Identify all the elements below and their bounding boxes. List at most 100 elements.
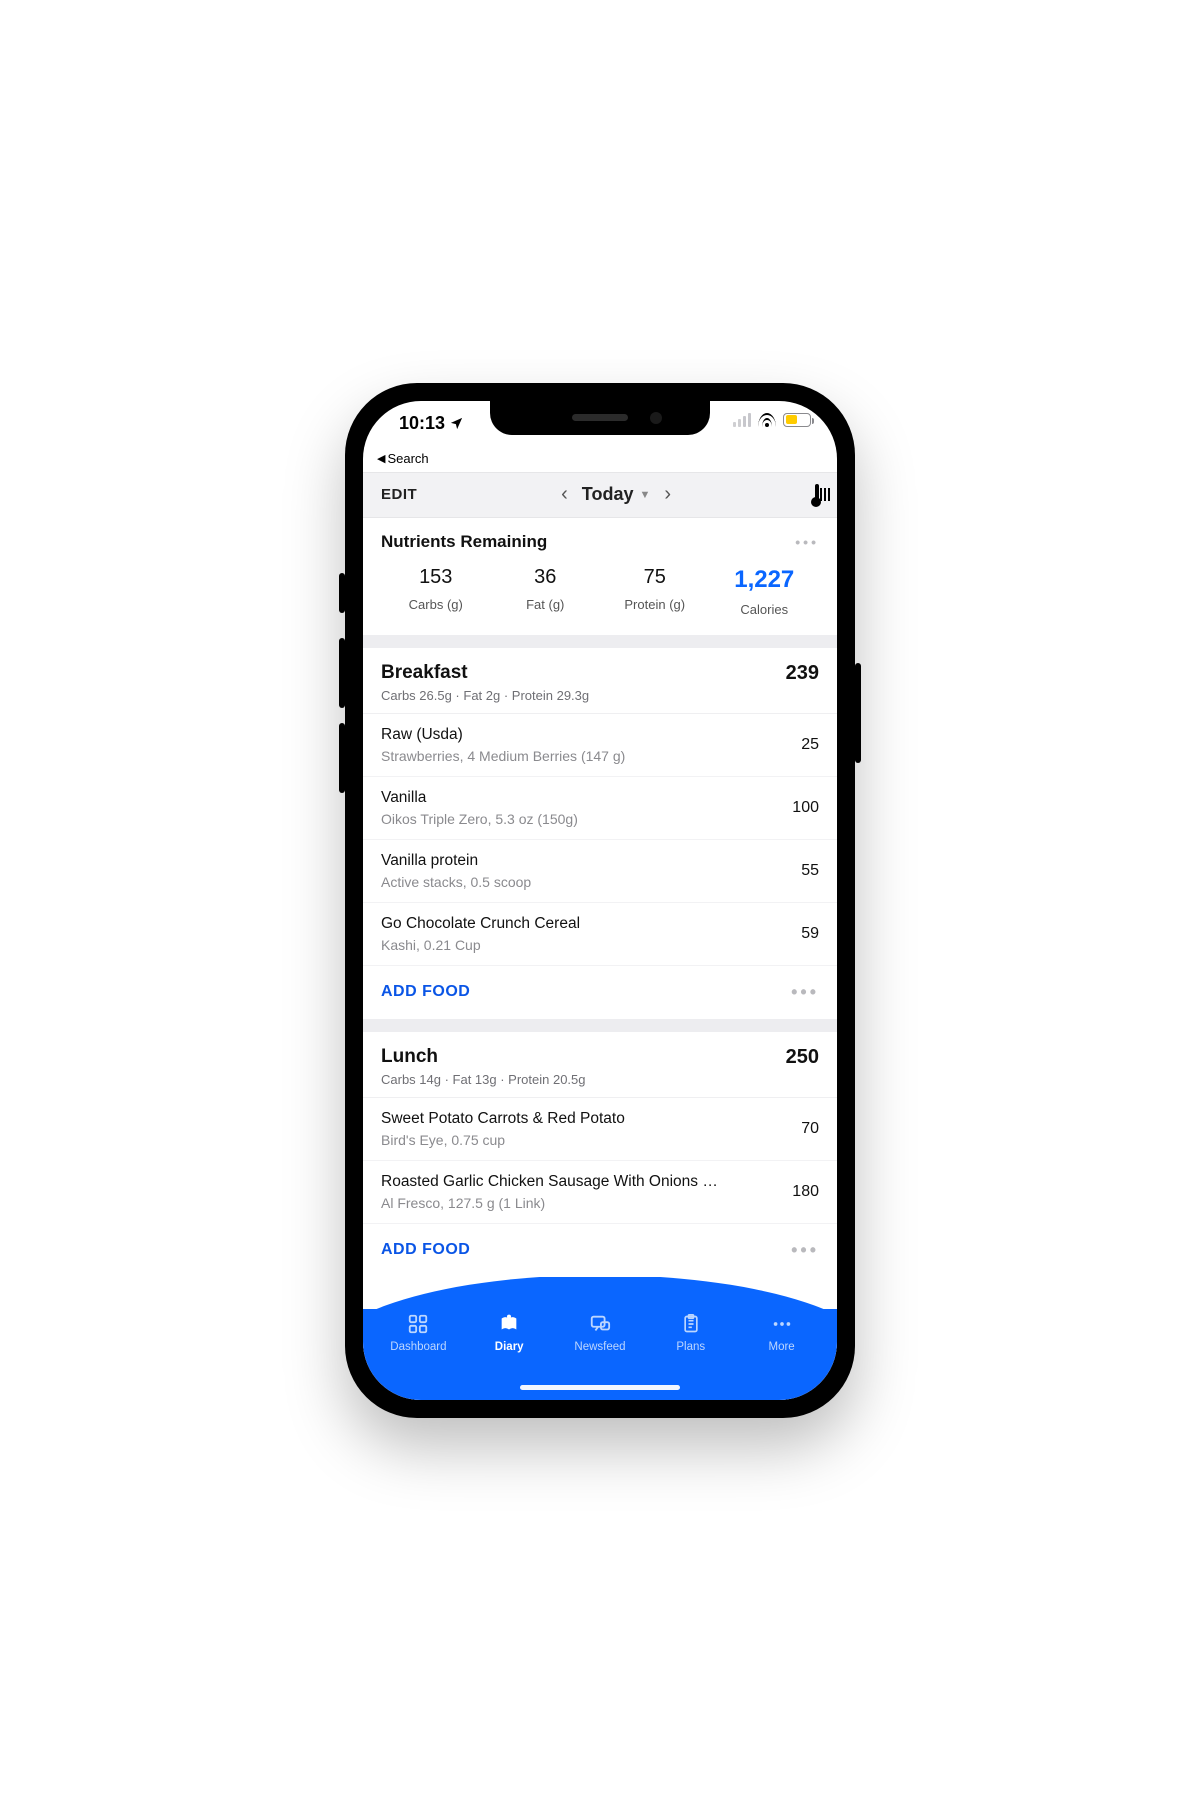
food-item[interactable]: Roasted Garlic Chicken Sausage With Onio… xyxy=(363,1161,837,1224)
meal-lunch: Lunch Carbs 14g · Fat 13g · Protein 20.5… xyxy=(363,1032,837,1277)
status-time: 10:13 xyxy=(399,413,445,434)
add-food-button[interactable]: ADD FOOD xyxy=(381,1241,470,1259)
meal-header[interactable]: Lunch Carbs 14g · Fat 13g · Protein 20.5… xyxy=(363,1032,837,1098)
tab-label: Diary xyxy=(495,1341,524,1353)
back-caret-icon: ◀ xyxy=(377,452,385,465)
food-subtitle: Kashi, 0.21 Cup xyxy=(381,937,580,953)
food-calories: 55 xyxy=(801,862,819,880)
tab-newsfeed[interactable]: Newsfeed xyxy=(555,1313,646,1353)
nutrient-value: 75 xyxy=(600,566,710,589)
food-title: Vanilla protein xyxy=(381,852,531,870)
food-calories: 59 xyxy=(801,925,819,943)
phone-frame: 10:13 ◀ Search EDIT xyxy=(345,383,855,1418)
nutrient-value: 36 xyxy=(491,566,601,589)
back-to-search[interactable]: ◀ Search xyxy=(363,451,837,472)
prev-day-button[interactable]: ‹ xyxy=(561,483,568,506)
meal-breakfast: Breakfast Carbs 26.5g · Fat 2g · Protein… xyxy=(363,648,837,1019)
meal-macros: Carbs 26.5g · Fat 2g · Protein 29.3g xyxy=(381,688,589,703)
food-calories: 100 xyxy=(792,799,819,817)
section-gap xyxy=(363,1019,837,1032)
food-subtitle: Active stacks, 0.5 scoop xyxy=(381,874,531,890)
tab-label: More xyxy=(768,1341,794,1353)
add-food-button[interactable]: ADD FOOD xyxy=(381,983,470,1001)
food-subtitle: Al Fresco, 127.5 g (1 Link) xyxy=(381,1195,721,1211)
tab-diary[interactable]: Diary xyxy=(464,1313,555,1353)
meal-calories: 239 xyxy=(786,662,819,685)
cell-signal-icon xyxy=(733,413,751,427)
nutrients-remaining-panel: Nutrients Remaining ••• 153 Carbs (g) 36… xyxy=(363,518,837,635)
food-item[interactable]: Raw (Usda) Strawberries, 4 Medium Berrie… xyxy=(363,714,837,777)
nutrient-value: 1,227 xyxy=(710,566,820,594)
more-icon xyxy=(770,1313,794,1335)
nutrition-chart-button[interactable] xyxy=(815,486,819,504)
volume-down-button xyxy=(339,723,345,793)
food-item[interactable]: Vanilla protein Active stacks, 0.5 scoop… xyxy=(363,840,837,903)
food-title: Sweet Potato Carrots & Red Potato xyxy=(381,1110,625,1128)
food-subtitle: Bird's Eye, 0.75 cup xyxy=(381,1132,625,1148)
plans-icon xyxy=(679,1313,703,1335)
diary-content[interactable]: Nutrients Remaining ••• 153 Carbs (g) 36… xyxy=(363,518,837,1400)
meal-more-button[interactable]: ••• xyxy=(791,982,819,1003)
food-calories: 70 xyxy=(801,1120,819,1138)
battery-icon xyxy=(783,413,811,427)
food-item[interactable]: Sweet Potato Carrots & Red Potato Bird's… xyxy=(363,1098,837,1161)
diary-topbar: EDIT ‹ Today ▼ › xyxy=(363,472,837,518)
nutrient-carbs: 153 Carbs (g) xyxy=(381,566,491,617)
meal-header[interactable]: Breakfast Carbs 26.5g · Fat 2g · Protein… xyxy=(363,648,837,714)
nutrient-label: Fat (g) xyxy=(491,597,601,612)
mute-switch xyxy=(339,573,345,613)
location-icon xyxy=(449,416,464,431)
wifi-icon xyxy=(758,413,776,427)
diary-icon xyxy=(497,1313,521,1335)
food-title: Roasted Garlic Chicken Sausage With Onio… xyxy=(381,1173,721,1191)
power-button xyxy=(855,663,861,763)
date-picker[interactable]: Today ▼ xyxy=(582,484,651,505)
tab-plans[interactable]: Plans xyxy=(645,1313,736,1353)
nutrient-label: Calories xyxy=(710,602,820,617)
food-item[interactable]: Vanilla Oikos Triple Zero, 5.3 oz (150g)… xyxy=(363,777,837,840)
tabbar-curve xyxy=(363,1277,837,1309)
screen: 10:13 ◀ Search EDIT xyxy=(363,401,837,1400)
tab-label: Newsfeed xyxy=(574,1341,625,1353)
front-camera xyxy=(650,412,662,424)
edit-button[interactable]: EDIT xyxy=(381,486,417,503)
nutrient-value: 153 xyxy=(381,566,491,589)
tab-label: Dashboard xyxy=(390,1341,446,1353)
nutrient-label: Carbs (g) xyxy=(381,597,491,612)
meal-macros: Carbs 14g · Fat 13g · Protein 20.5g xyxy=(381,1072,586,1087)
back-label: Search xyxy=(387,451,428,466)
food-calories: 25 xyxy=(801,736,819,754)
nutrients-more-button[interactable]: ••• xyxy=(795,534,819,550)
next-day-button[interactable]: › xyxy=(664,483,671,506)
date-label: Today xyxy=(582,484,634,505)
food-title: Go Chocolate Crunch Cereal xyxy=(381,915,580,933)
chevron-down-icon: ▼ xyxy=(639,489,650,501)
volume-up-button xyxy=(339,638,345,708)
tab-label: Plans xyxy=(676,1341,705,1353)
section-gap xyxy=(363,635,837,648)
nutrient-label: Protein (g) xyxy=(600,597,710,612)
meal-calories: 250 xyxy=(786,1046,819,1069)
food-title: Raw (Usda) xyxy=(381,726,625,744)
chart-check-icon xyxy=(815,484,819,505)
meal-more-button[interactable]: ••• xyxy=(791,1240,819,1261)
speaker-grille xyxy=(572,414,628,421)
meal-name: Lunch xyxy=(381,1046,586,1068)
date-navigator: ‹ Today ▼ › xyxy=(561,483,671,506)
food-title: Vanilla xyxy=(381,789,578,807)
meal-name: Breakfast xyxy=(381,662,589,684)
nutrient-protein: 75 Protein (g) xyxy=(600,566,710,617)
home-indicator[interactable] xyxy=(520,1385,680,1390)
food-subtitle: Strawberries, 4 Medium Berries (147 g) xyxy=(381,748,625,764)
nutrients-title: Nutrients Remaining xyxy=(381,532,547,552)
notch xyxy=(490,401,710,435)
nutrient-calories: 1,227 Calories xyxy=(710,566,820,617)
newsfeed-icon xyxy=(588,1313,612,1335)
dashboard-icon xyxy=(406,1313,430,1335)
tab-more[interactable]: More xyxy=(736,1313,827,1353)
food-calories: 180 xyxy=(792,1183,819,1201)
nutrient-fat: 36 Fat (g) xyxy=(491,566,601,617)
food-subtitle: Oikos Triple Zero, 5.3 oz (150g) xyxy=(381,811,578,827)
tab-dashboard[interactable]: Dashboard xyxy=(373,1313,464,1353)
food-item[interactable]: Go Chocolate Crunch Cereal Kashi, 0.21 C… xyxy=(363,903,837,966)
